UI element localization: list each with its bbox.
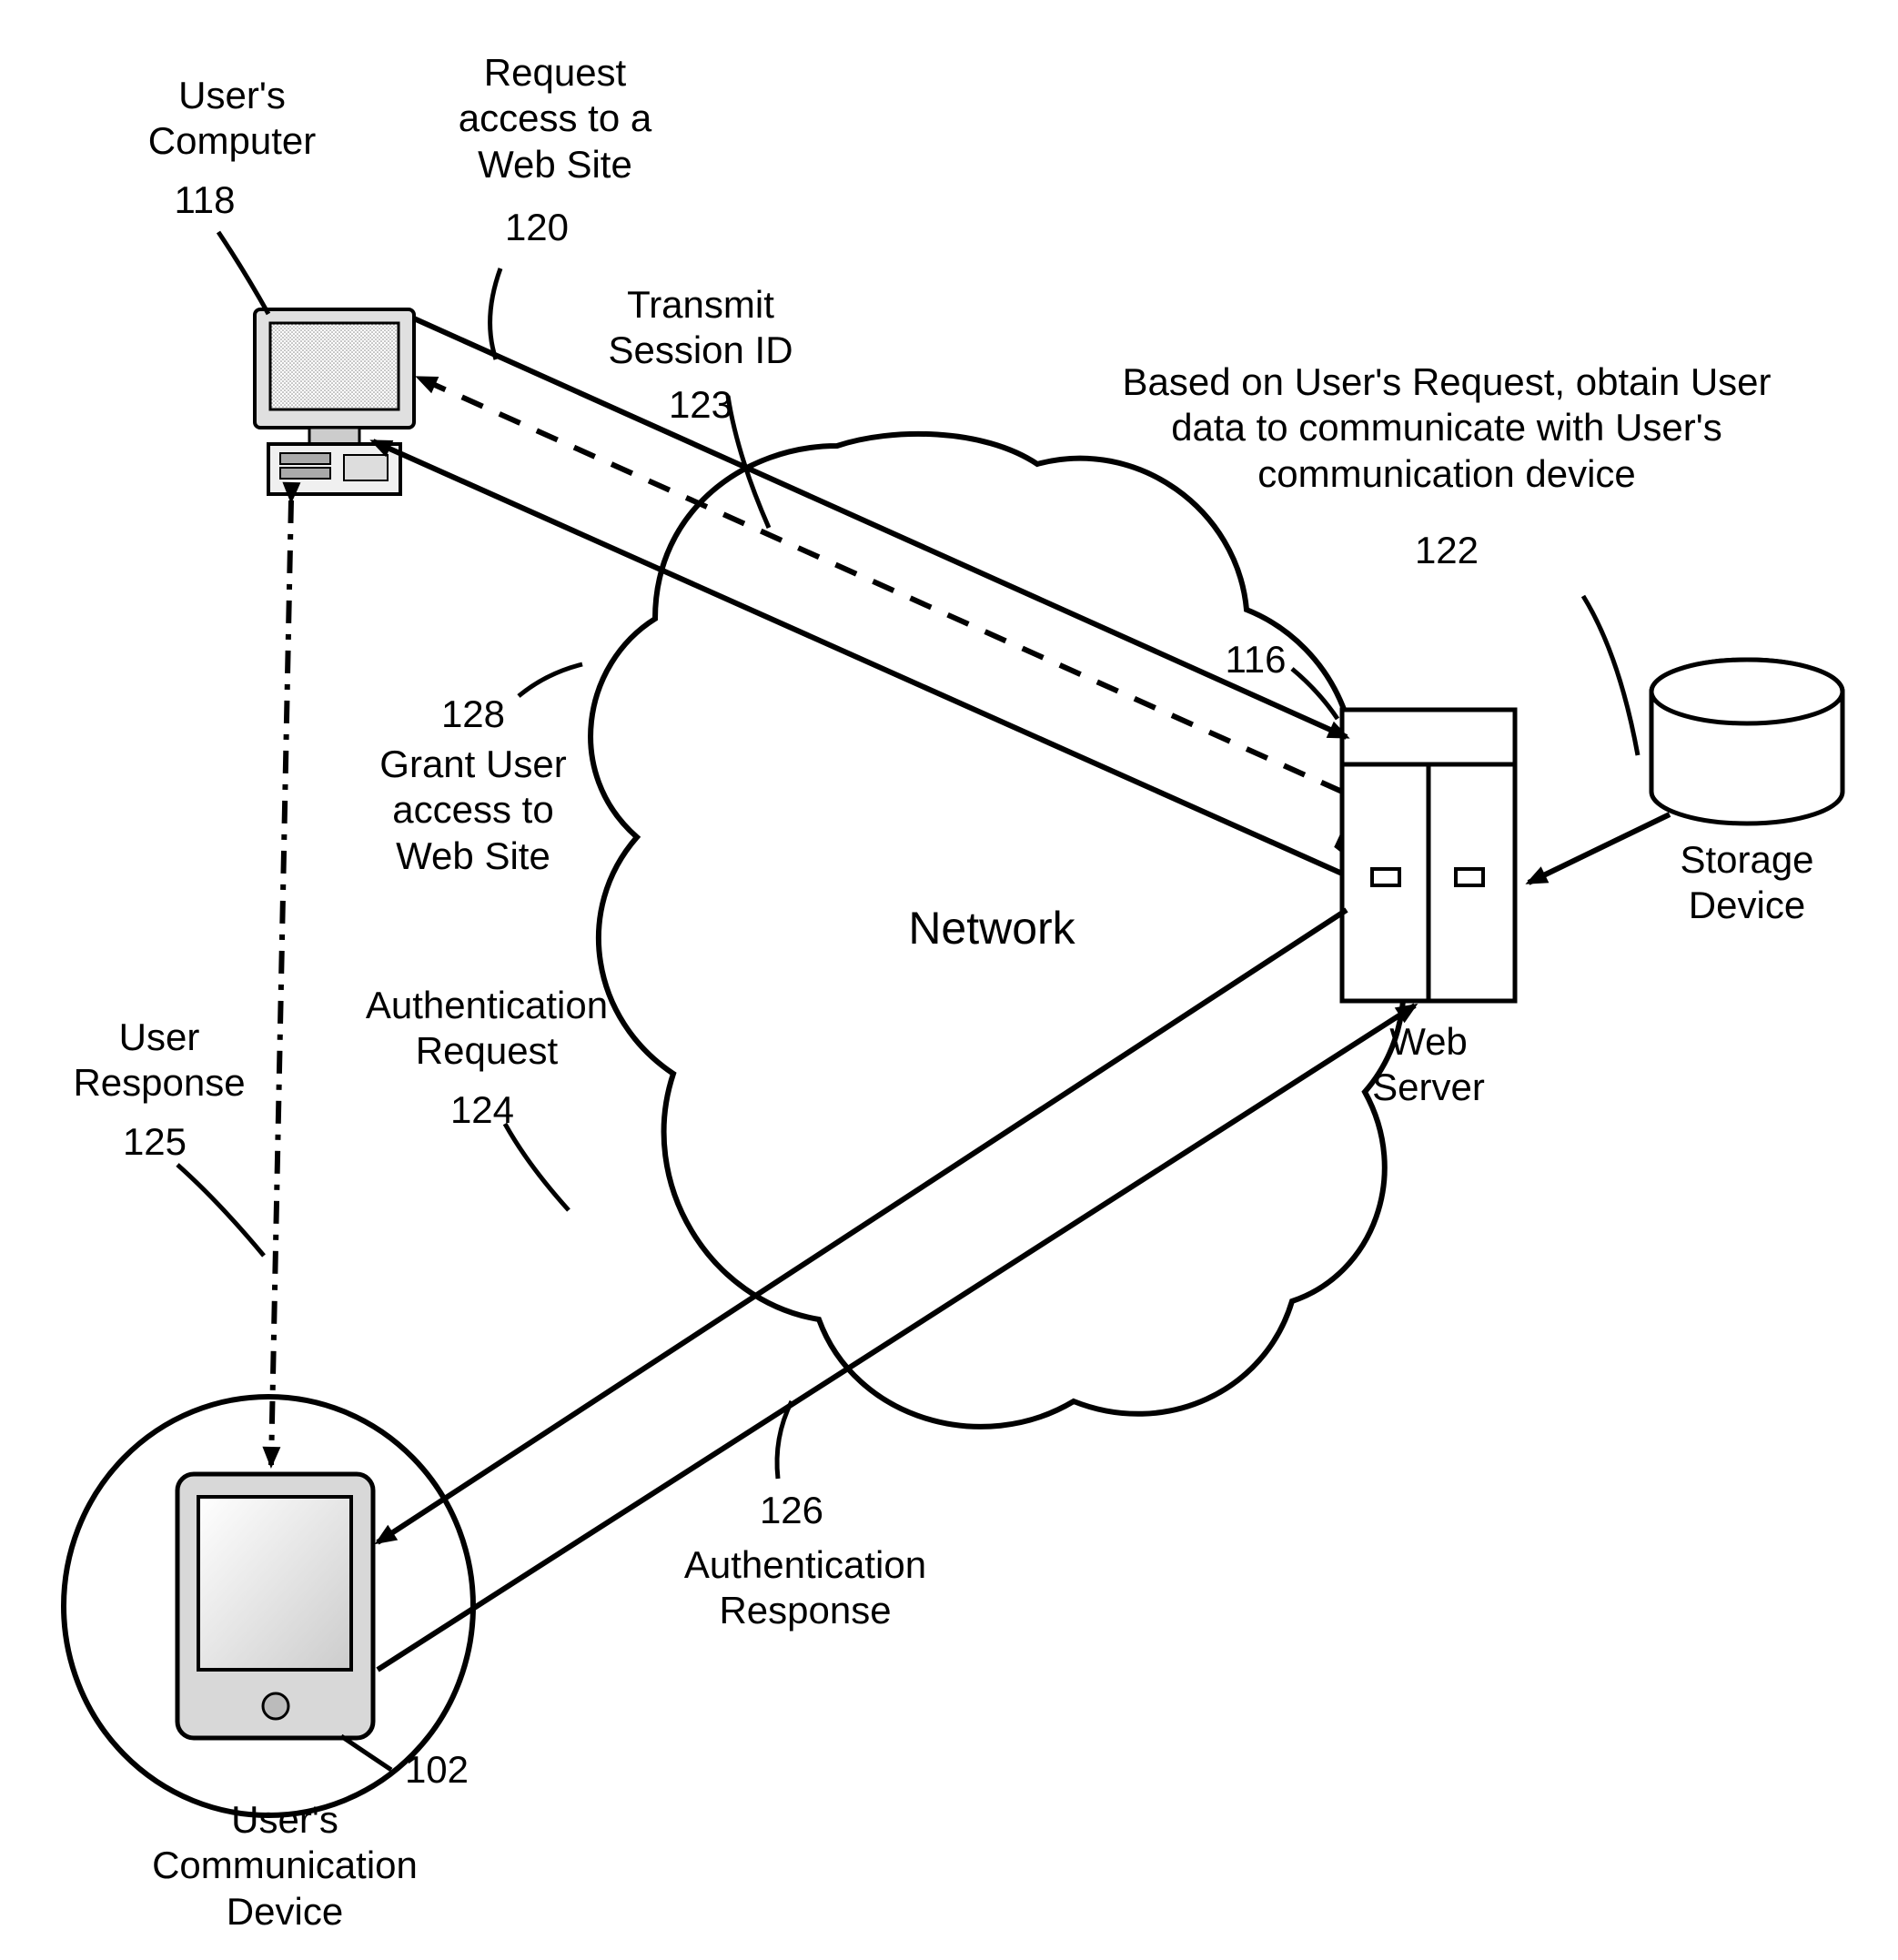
callout-118	[218, 232, 268, 314]
computer-icon	[255, 309, 414, 494]
label-128-num: 128	[428, 692, 519, 737]
label-124-num: 124	[437, 1087, 528, 1133]
label-auth-resp: AuthenticationResponse	[655, 1542, 955, 1634]
label-grant: Grant Useraccess toWeb Site	[355, 742, 591, 879]
webserver-icon	[1342, 710, 1515, 1001]
label-webserver: WebServer	[1338, 1019, 1519, 1111]
callout-122	[1583, 596, 1638, 755]
callout-120	[490, 268, 500, 359]
device-icon	[177, 1474, 373, 1738]
label-based: Based on User's Request, obtain Userdata…	[1074, 359, 1820, 497]
label-auth-req: AuthenticationRequest	[341, 983, 632, 1075]
label-network: Network	[873, 901, 1110, 955]
callout-124	[505, 1124, 569, 1210]
label-120: 120	[491, 205, 582, 250]
callout-128	[519, 664, 582, 696]
label-storage: StorageDevice	[1647, 837, 1847, 929]
callout-102	[341, 1736, 391, 1770]
label-device: User'sCommunicationDevice	[130, 1797, 439, 1935]
label-125-num: 125	[109, 1119, 200, 1165]
callout-125	[177, 1165, 264, 1256]
label-116: 116	[1210, 637, 1301, 682]
label-user-resp: UserResponse	[50, 1015, 268, 1106]
arrow-user-response	[271, 500, 291, 1465]
label-118: 118	[159, 177, 250, 223]
label-transmit: TransmitSession ID	[582, 282, 819, 374]
storage-icon	[1651, 660, 1842, 823]
label-request: Requestaccess to aWeb Site	[437, 50, 673, 187]
label-122-num: 122	[1401, 528, 1492, 573]
label-102: 102	[391, 1747, 482, 1793]
diagram-container: User'sComputer 118 Requestaccess to aWeb…	[0, 0, 1898, 1960]
label-computer: User'sComputer	[127, 73, 337, 165]
diagram-svg	[0, 0, 1898, 1960]
label-123: 123	[655, 382, 746, 428]
label-126-num: 126	[746, 1488, 837, 1533]
